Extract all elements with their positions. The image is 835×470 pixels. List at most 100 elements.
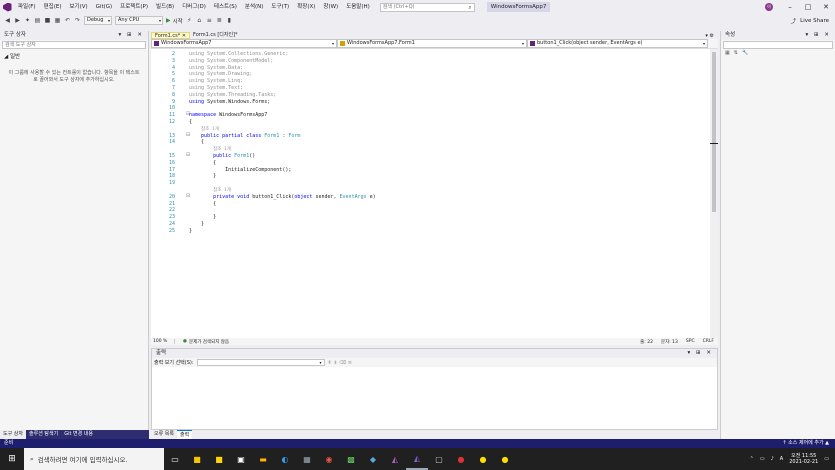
app-icon[interactable]: ▩ — [340, 448, 362, 470]
close-icon[interactable]: ✕ — [817, 0, 835, 14]
sticky-app-icon[interactable]: ■ — [208, 448, 230, 470]
volume-icon[interactable]: ♪ — [771, 456, 774, 462]
search-input[interactable]: 검색 (Ctrl+Q) ⌕ — [379, 2, 475, 12]
tab-form1-cs[interactable]: Form1.cs* ✕ — [151, 32, 191, 39]
toolbox-search-input[interactable]: 검색 도구 상자 — [2, 41, 146, 49]
alphabetical-icon[interactable]: ⇅ — [734, 50, 738, 56]
add-to-source-control[interactable]: ↑ 소스 제어에 추가 ▲ — [782, 439, 835, 448]
codelens-reference[interactable]: 참조 1개 — [189, 146, 231, 152]
properties-object-select[interactable] — [723, 41, 833, 49]
bookmark-icon[interactable]: ▮ — [226, 17, 233, 24]
ime-indicator[interactable]: A — [780, 456, 783, 462]
output-source-select[interactable]: ▾ — [196, 359, 325, 366]
project-dropdown[interactable]: WindowsFormsApp7 ▾ — [151, 39, 337, 48]
codelens-reference[interactable]: 참조 1개 — [189, 126, 219, 132]
network-icon[interactable]: ▭ — [760, 456, 765, 462]
menu-item[interactable]: 도움말(H) — [342, 0, 374, 14]
user-avatar[interactable]: 이 — [765, 3, 773, 11]
spacing-mode[interactable]: SPC — [686, 339, 695, 345]
notification-icon[interactable]: ▭ — [824, 456, 829, 462]
code-line[interactable]: { — [189, 160, 216, 166]
code-line[interactable]: namespace WindowsFormsApp7 — [189, 112, 267, 118]
menu-item[interactable]: 프로젝트(P) — [116, 0, 152, 14]
vertical-scrollbar[interactable] — [710, 49, 718, 338]
code-text[interactable]: using System.Collections.Generic; using S… — [189, 49, 709, 338]
zoom-level[interactable]: 100 % — [151, 339, 175, 344]
code-line[interactable]: } — [189, 221, 204, 227]
kakao-icon[interactable]: ● — [472, 448, 494, 470]
code-line[interactable]: } — [189, 214, 216, 220]
code-line[interactable]: private void button1_Click(object sender… — [189, 194, 376, 200]
live-share-button[interactable]: ⤴ Live Share — [791, 17, 829, 25]
menu-item[interactable]: 도구(T) — [267, 0, 293, 14]
panel-controls-icon[interactable]: ▾ ⊞ ✕ — [806, 31, 831, 40]
maximize-icon[interactable]: □ — [799, 0, 817, 14]
panel-controls-icon[interactable]: ▾ ⊞ ✕ — [688, 349, 713, 358]
menu-item[interactable]: 편집(E) — [40, 0, 66, 14]
code-line[interactable]: { — [189, 139, 204, 145]
menu-item[interactable]: 창(W) — [319, 0, 342, 14]
open-file-icon[interactable]: ▤ — [34, 17, 41, 24]
left-tab[interactable]: 솔루션 탐색기 — [26, 430, 61, 439]
left-tab[interactable]: 도구 상자 — [0, 430, 26, 439]
start-button[interactable]: ▶ 시작 — [166, 17, 183, 25]
visual-studio-active-icon[interactable]: ◭ — [406, 448, 428, 470]
code-line[interactable]: using System.Windows.Forms; — [189, 99, 270, 105]
app-icon-2[interactable]: ◆ — [362, 448, 384, 470]
comment-icon[interactable]: ≡ — [206, 17, 213, 24]
code-line[interactable]: { — [189, 119, 192, 125]
property-pages-icon[interactable]: 🔧 — [742, 50, 748, 56]
panel-controls-icon[interactable]: ▾ ⊞ ✕ — [119, 31, 144, 40]
redo-icon[interactable]: ↷ — [74, 17, 81, 24]
visual-studio-icon[interactable]: ◭ — [384, 448, 406, 470]
browser-link-icon[interactable]: ⌂ — [196, 17, 203, 24]
code-editor[interactable]: 2 3 4 5 6 7 8 9 10 11 12 13 14 15 16 17 18 19 20 21 22 23 24 25… — [151, 49, 718, 338]
kakaotalk-icon[interactable]: ■ — [186, 448, 208, 470]
uncomment-icon[interactable]: ≣ — [216, 17, 223, 24]
menu-item[interactable]: 테스트(S) — [210, 0, 241, 14]
clock[interactable]: 오전 11:55 2021-02-21 — [789, 453, 818, 465]
menu-item[interactable]: 파일(F) — [14, 0, 40, 14]
code-line[interactable]: using System.ComponentModel; — [189, 58, 273, 64]
chrome-icon[interactable]: ◉ — [318, 448, 340, 470]
toolbox-section-general[interactable]: ◢ 일반 — [0, 50, 148, 62]
file-explorer-icon[interactable]: ▬ — [252, 448, 274, 470]
bottom-tab[interactable]: 출력 — [177, 430, 193, 439]
code-line[interactable]: using System.Text; — [189, 85, 243, 91]
save-all-icon[interactable]: ▦ — [54, 17, 61, 24]
menu-item[interactable]: 디버그(D) — [178, 0, 210, 14]
code-line[interactable]: using System.Collections.Generic; — [189, 51, 288, 57]
code-line[interactable]: InitializeComponent(); — [189, 167, 291, 173]
menu-item[interactable]: 확장(X) — [293, 0, 319, 14]
menu-item[interactable]: 분석(N) — [241, 0, 268, 14]
visual-studio-logo-icon[interactable] — [0, 0, 14, 14]
line-ending[interactable]: CRLF — [703, 339, 714, 345]
member-dropdown[interactable]: button1_Click(object sender, EventArgs e… — [527, 39, 708, 48]
code-line[interactable]: public Form1() — [189, 153, 255, 159]
terminal-icon[interactable]: ▣ — [230, 448, 252, 470]
store-icon[interactable]: ▦ — [296, 448, 318, 470]
hot-reload-icon[interactable]: ⚡ — [186, 17, 193, 24]
bottom-tab[interactable]: 오류 목록 — [151, 430, 177, 439]
windows-start-icon[interactable]: ⊞ — [0, 448, 24, 470]
code-line[interactable]: } — [189, 173, 216, 179]
output-tools-icon[interactable]: ⇞ ⇟ ⌫ ≡ — [328, 360, 352, 366]
menu-item[interactable]: 보기(V) — [65, 0, 91, 14]
platform-select[interactable]: Any CPU ▾ — [115, 16, 163, 25]
issues-indicator[interactable]: ● 문제가 검색되지 않음 — [175, 339, 229, 345]
edge-icon[interactable]: ◐ — [274, 448, 296, 470]
new-project-icon[interactable]: ✦ — [24, 17, 31, 24]
undo-icon[interactable]: ↶ — [64, 17, 71, 24]
taskbar-search-input[interactable]: ⌕ 검색하려면 여기에 입력하십시오. — [24, 448, 164, 470]
code-line[interactable]: using System.Threading.Tasks; — [189, 92, 276, 98]
codelens-reference[interactable]: 참조 1개 — [189, 187, 231, 193]
code-line[interactable]: using System.Linq; — [189, 78, 243, 84]
forward-icon[interactable]: ▶ — [14, 17, 21, 24]
config-select[interactable]: Debug ▾ — [84, 16, 112, 25]
code-line[interactable]: public partial class Form1 : Form — [189, 133, 300, 139]
code-line[interactable]: { — [189, 201, 216, 207]
class-dropdown[interactable]: WindowsFormsApp7.Form1 ▾ — [337, 39, 527, 48]
code-line[interactable]: using System.Data; — [189, 65, 243, 71]
app-icon-3[interactable]: ● — [450, 448, 472, 470]
code-line[interactable]: } — [189, 228, 192, 234]
